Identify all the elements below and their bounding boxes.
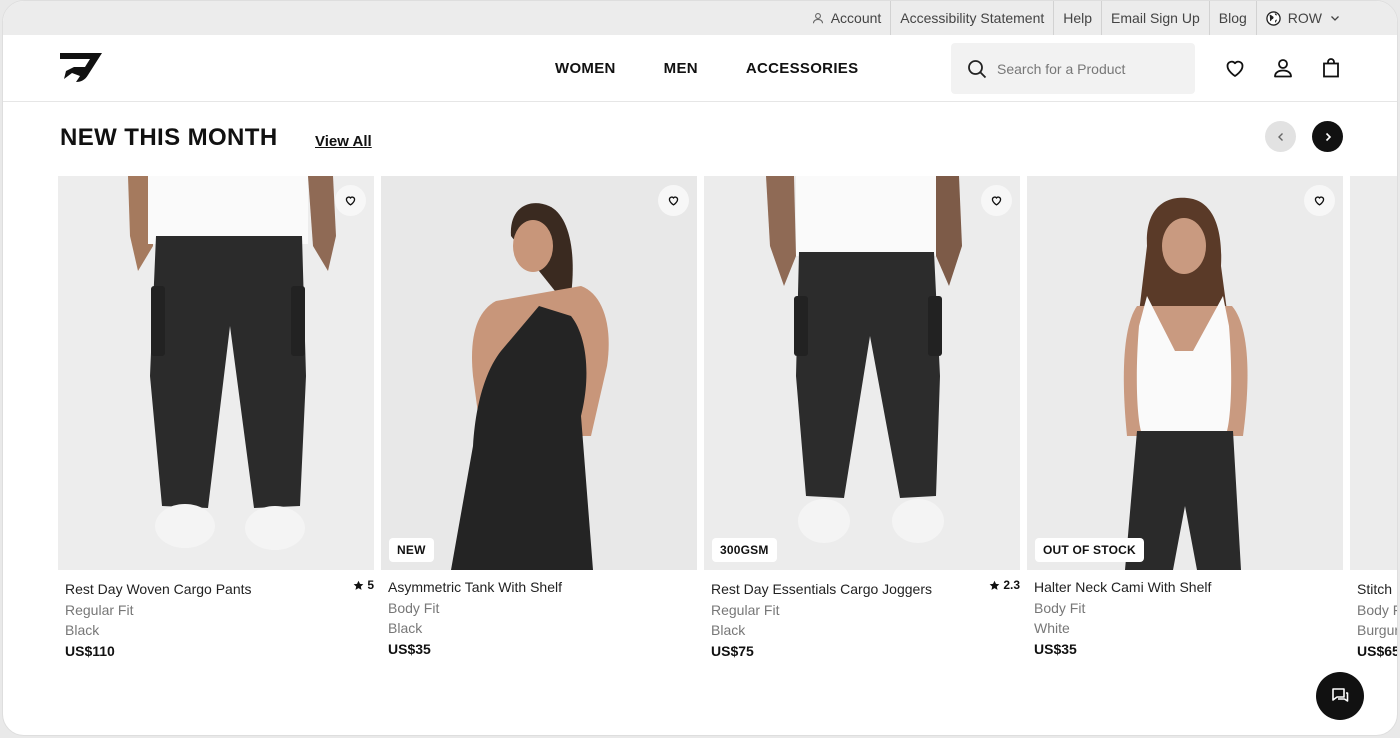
product-badge: OUT OF STOCK: [1035, 538, 1144, 562]
product-badge: NEW: [389, 538, 434, 562]
wishlist-heart-icon[interactable]: [1223, 56, 1247, 80]
product-color: Burgur: [1357, 622, 1398, 638]
nav-women[interactable]: WOMEN: [555, 60, 616, 77]
shopping-bag-icon[interactable]: [1319, 56, 1343, 80]
account-label: Account: [830, 10, 882, 26]
product-image[interactable]: OUT OF STOCK: [1027, 176, 1343, 570]
stitch-product-image: [1350, 176, 1397, 570]
heart-icon: [668, 196, 679, 206]
product-name[interactable]: Halter Neck Cami With Shelf: [1034, 579, 1211, 595]
heart-icon: [991, 196, 1002, 206]
product-name[interactable]: Rest Day Woven Cargo Pants: [65, 581, 252, 597]
product-image[interactable]: [1350, 176, 1397, 570]
product-color: Black: [711, 622, 746, 638]
product-color: Black: [65, 622, 100, 638]
star-icon: [989, 580, 1000, 590]
product-name[interactable]: Rest Day Essentials Cargo Joggers: [711, 581, 932, 597]
chevron-left-icon: [1277, 132, 1283, 141]
product-card[interactable]: Rest Day Woven Cargo Pants 5 Regular Fit…: [58, 176, 374, 676]
product-fit: Regular Fit: [711, 602, 780, 618]
product-image[interactable]: 300GSM: [704, 176, 1020, 570]
main-header: WOMEN MEN ACCESSORIES: [3, 35, 1397, 102]
email-signup-link[interactable]: Email Sign Up: [1101, 1, 1209, 35]
product-badge: 300GSM: [712, 538, 777, 562]
accessibility-statement-link[interactable]: Accessibility Statement: [890, 1, 1053, 35]
heart-icon: [1314, 196, 1325, 206]
chevron-down-icon: [1331, 16, 1339, 21]
product-fit: Regular Fit: [65, 602, 134, 618]
brand-logo-icon[interactable]: [58, 49, 104, 85]
product-price: US$65: [1357, 643, 1398, 659]
product-rating: 2.3: [989, 578, 1020, 592]
help-link[interactable]: Help: [1053, 1, 1101, 35]
product-name[interactable]: Asymmetric Tank With Shelf: [388, 579, 562, 595]
account-user-icon[interactable]: [1271, 56, 1295, 80]
add-to-wishlist-button[interactable]: [658, 185, 689, 216]
live-chat-button[interactable]: [1316, 672, 1364, 720]
product-image[interactable]: NEW: [381, 176, 697, 570]
rating-value: 5: [367, 578, 374, 592]
cargo-joggers-model-image: [704, 176, 1020, 570]
chat-icon: [1332, 688, 1349, 702]
account-link[interactable]: Account: [803, 1, 891, 35]
carousel-prev-button[interactable]: [1265, 121, 1296, 152]
email-signup-label: Email Sign Up: [1111, 10, 1200, 26]
globe-icon: [1266, 10, 1281, 26]
product-card[interactable]: NEW Asymmetric Tank With Shelf Body Fit …: [381, 176, 697, 676]
section-title: NEW THIS MONTH: [60, 124, 278, 151]
star-icon: [353, 580, 364, 590]
nav-men[interactable]: MEN: [664, 60, 698, 77]
accessibility-label: Accessibility Statement: [900, 10, 1045, 26]
asymmetric-tank-model-image: [381, 176, 697, 570]
browser-frame: Account Accessibility Statement Help Ema…: [2, 0, 1398, 736]
cargo-pants-model-image: [58, 176, 374, 570]
product-price: US$110: [65, 643, 115, 659]
help-label: Help: [1063, 10, 1093, 26]
product-price: US$35: [388, 641, 431, 657]
blog-link[interactable]: Blog: [1208, 1, 1256, 35]
heart-icon: [345, 196, 356, 206]
add-to-wishlist-button[interactable]: [1304, 185, 1335, 216]
carousel-next-button[interactable]: [1312, 121, 1343, 152]
search-input[interactable]: [997, 60, 1177, 77]
product-fit: Body Fit: [1034, 600, 1086, 616]
nav-accessories[interactable]: ACCESSORIES: [746, 60, 859, 77]
chevron-right-icon: [1325, 132, 1331, 141]
add-to-wishlist-button[interactable]: [981, 185, 1012, 216]
view-all-link[interactable]: View All: [315, 133, 372, 150]
product-card[interactable]: Stitch I Body F Burgur US$65: [1350, 176, 1398, 676]
search-icon: [968, 59, 987, 78]
product-color: White: [1034, 620, 1070, 636]
rating-value: 2.3: [1003, 578, 1020, 592]
product-fit: Body F: [1357, 602, 1398, 618]
product-card[interactable]: 300GSM Rest Day Essentials Cargo Joggers…: [704, 176, 1020, 676]
region-label: ROW: [1287, 10, 1322, 26]
search-box[interactable]: [951, 43, 1195, 94]
user-icon: [812, 13, 823, 24]
region-selector[interactable]: ROW: [1255, 1, 1349, 35]
product-card[interactable]: OUT OF STOCK Halter Neck Cami With Shelf…: [1027, 176, 1343, 676]
utility-bar: Account Accessibility Statement Help Ema…: [3, 1, 1397, 35]
product-color: Black: [388, 620, 423, 636]
product-price: US$35: [1034, 641, 1077, 657]
product-rating: 5: [353, 578, 374, 592]
product-price: US$75: [711, 643, 754, 659]
blog-label: Blog: [1218, 10, 1247, 26]
add-to-wishlist-button[interactable]: [335, 185, 366, 216]
halter-cami-model-image: [1027, 176, 1343, 570]
product-fit: Body Fit: [388, 600, 440, 616]
product-name[interactable]: Stitch I: [1357, 581, 1397, 597]
product-image[interactable]: [58, 176, 374, 570]
main-nav: WOMEN MEN ACCESSORIES: [555, 35, 906, 102]
